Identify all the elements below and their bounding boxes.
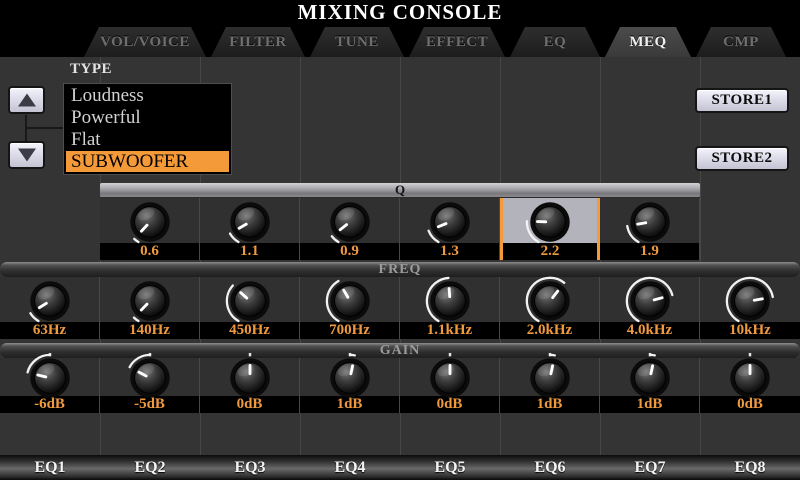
gain-cell-eq1: -6dB [0, 358, 100, 413]
tab-label: VOL/VOICE [100, 34, 190, 50]
freq-knob-eq5[interactable] [424, 275, 476, 327]
tab-label: EFFECT [426, 34, 488, 50]
store1-button[interactable]: STORE1 [695, 88, 789, 113]
type-up-button[interactable] [8, 86, 45, 114]
channel-label-eq5: EQ5 [400, 455, 500, 480]
freq-cell-eq5: 1.1kHz [400, 277, 500, 339]
gain-knob-eq8[interactable] [724, 352, 776, 404]
channel-label-eq2: EQ2 [100, 455, 200, 480]
q-cell-eq7: 1.9 [600, 198, 700, 260]
page-title: MIXING CONSOLE [0, 0, 800, 25]
freq-section-header: FREQ [0, 262, 800, 277]
tab-label: EQ [544, 34, 567, 50]
triangle-up-icon [18, 94, 36, 107]
tab-vol-voice[interactable]: VOL/VOICE [84, 27, 206, 57]
q-cell-eq2: 0.6 [100, 198, 200, 260]
q-knob-eq5[interactable] [424, 196, 476, 248]
type-list: Loudness Powerful Flat SUBWOOFER [63, 83, 232, 175]
channel-label-bar: EQ1 EQ2 EQ3 EQ4 EQ5 EQ6 EQ7 EQ8 [0, 455, 800, 480]
q-cell-eq4: 0.9 [300, 198, 400, 260]
channel-label-eq6: EQ6 [500, 455, 600, 480]
freq-cell-eq6: 2.0kHz [500, 277, 600, 339]
gain-knob-eq3[interactable] [224, 352, 276, 404]
mixing-console-screen: MIXING CONSOLE VOL/VOICE FILTER TUNE EFF… [0, 0, 800, 480]
freq-cell-eq2: 140Hz [100, 277, 200, 339]
gain-knob-eq2[interactable] [124, 352, 176, 404]
channel-label-eq1: EQ1 [0, 455, 100, 480]
channel-label-eq4: EQ4 [300, 455, 400, 480]
freq-knob-eq6[interactable] [524, 275, 576, 327]
triangle-down-icon [18, 149, 36, 162]
freq-knob-eq3[interactable] [224, 275, 276, 327]
channel-label-eq3: EQ3 [200, 455, 300, 480]
q-knob-eq4[interactable] [324, 196, 376, 248]
freq-cell-eq4: 700Hz [300, 277, 400, 339]
q-knob-eq2[interactable] [124, 196, 176, 248]
title-bar: MIXING CONSOLE [0, 0, 800, 25]
gain-cell-eq6: 1dB [500, 358, 600, 413]
freq-cell-eq1: 63Hz [0, 277, 100, 339]
q-knob-eq7[interactable] [624, 196, 676, 248]
tab-filter[interactable]: FILTER [211, 27, 305, 57]
tab-row: VOL/VOICE FILTER TUNE EFFECT EQ MEQ CMP [84, 27, 786, 57]
q-knob-eq3[interactable] [224, 196, 276, 248]
gain-cell-eq8: 0dB [700, 358, 800, 413]
freq-knob-eq2[interactable] [124, 275, 176, 327]
tab-meq[interactable]: MEQ [605, 27, 691, 57]
tab-label: TUNE [335, 34, 379, 50]
channel-label-eq7: EQ7 [600, 455, 700, 480]
freq-cell-eq7: 4.0kHz [600, 277, 700, 339]
freq-knob-eq7[interactable] [624, 275, 676, 327]
q-knob-row: 0.6 1.1 0.9 1.3 2.2 1.9 [100, 198, 700, 260]
tab-eq[interactable]: EQ [510, 27, 600, 57]
type-option-flat[interactable]: Flat [64, 129, 231, 151]
button-connector-line [26, 127, 68, 129]
gain-knob-eq4[interactable] [324, 352, 376, 404]
gain-knob-eq5[interactable] [424, 352, 476, 404]
type-option-subwoofer[interactable]: SUBWOOFER [66, 151, 229, 172]
freq-cell-eq8: 10kHz [700, 277, 800, 339]
q-section: Q 0.6 1.1 0.9 1.3 2.2 [100, 183, 700, 260]
gain-cell-eq3: 0dB [200, 358, 300, 413]
type-option-powerful[interactable]: Powerful [64, 107, 231, 129]
tab-effect[interactable]: EFFECT [409, 27, 505, 57]
tab-label: MEQ [629, 34, 666, 50]
channel-label-eq8: EQ8 [700, 455, 800, 480]
type-option-loudness[interactable]: Loudness [64, 85, 231, 107]
freq-knob-eq4[interactable] [324, 275, 376, 327]
gain-section: GAIN -6dB -5dB 0dB 1dB 0dB [0, 343, 800, 413]
tab-cmp[interactable]: CMP [696, 27, 786, 57]
freq-knob-eq8[interactable] [724, 275, 776, 327]
q-cell-eq3: 1.1 [200, 198, 300, 260]
tab-label: CMP [723, 34, 759, 50]
q-section-header: Q [100, 183, 700, 198]
q-knob-eq6[interactable] [524, 196, 576, 248]
gain-cell-eq2: -5dB [100, 358, 200, 413]
freq-knob-eq1[interactable] [24, 275, 76, 327]
gain-cell-eq7: 1dB [600, 358, 700, 413]
gain-knob-eq7[interactable] [624, 352, 676, 404]
gain-knob-eq6[interactable] [524, 352, 576, 404]
freq-section: FREQ 63Hz 140Hz 450Hz 700Hz 1.1kHz [0, 262, 800, 339]
gain-section-header: GAIN [0, 343, 800, 358]
gain-knob-row: -6dB -5dB 0dB 1dB 0dB 1dB [0, 358, 800, 413]
type-down-button[interactable] [8, 141, 45, 169]
q-cell-eq6-selected: 2.2 [500, 198, 600, 260]
gain-cell-eq5: 0dB [400, 358, 500, 413]
q-cell-eq5: 1.3 [400, 198, 500, 260]
store2-button[interactable]: STORE2 [695, 146, 789, 171]
freq-cell-eq3: 450Hz [200, 277, 300, 339]
gain-knob-eq1[interactable] [24, 352, 76, 404]
type-label: TYPE [70, 61, 112, 78]
freq-knob-row: 63Hz 140Hz 450Hz 700Hz 1.1kHz 2.0kHz [0, 277, 800, 339]
tab-tune[interactable]: TUNE [310, 27, 404, 57]
tab-label: FILTER [229, 34, 286, 50]
gain-cell-eq4: 1dB [300, 358, 400, 413]
